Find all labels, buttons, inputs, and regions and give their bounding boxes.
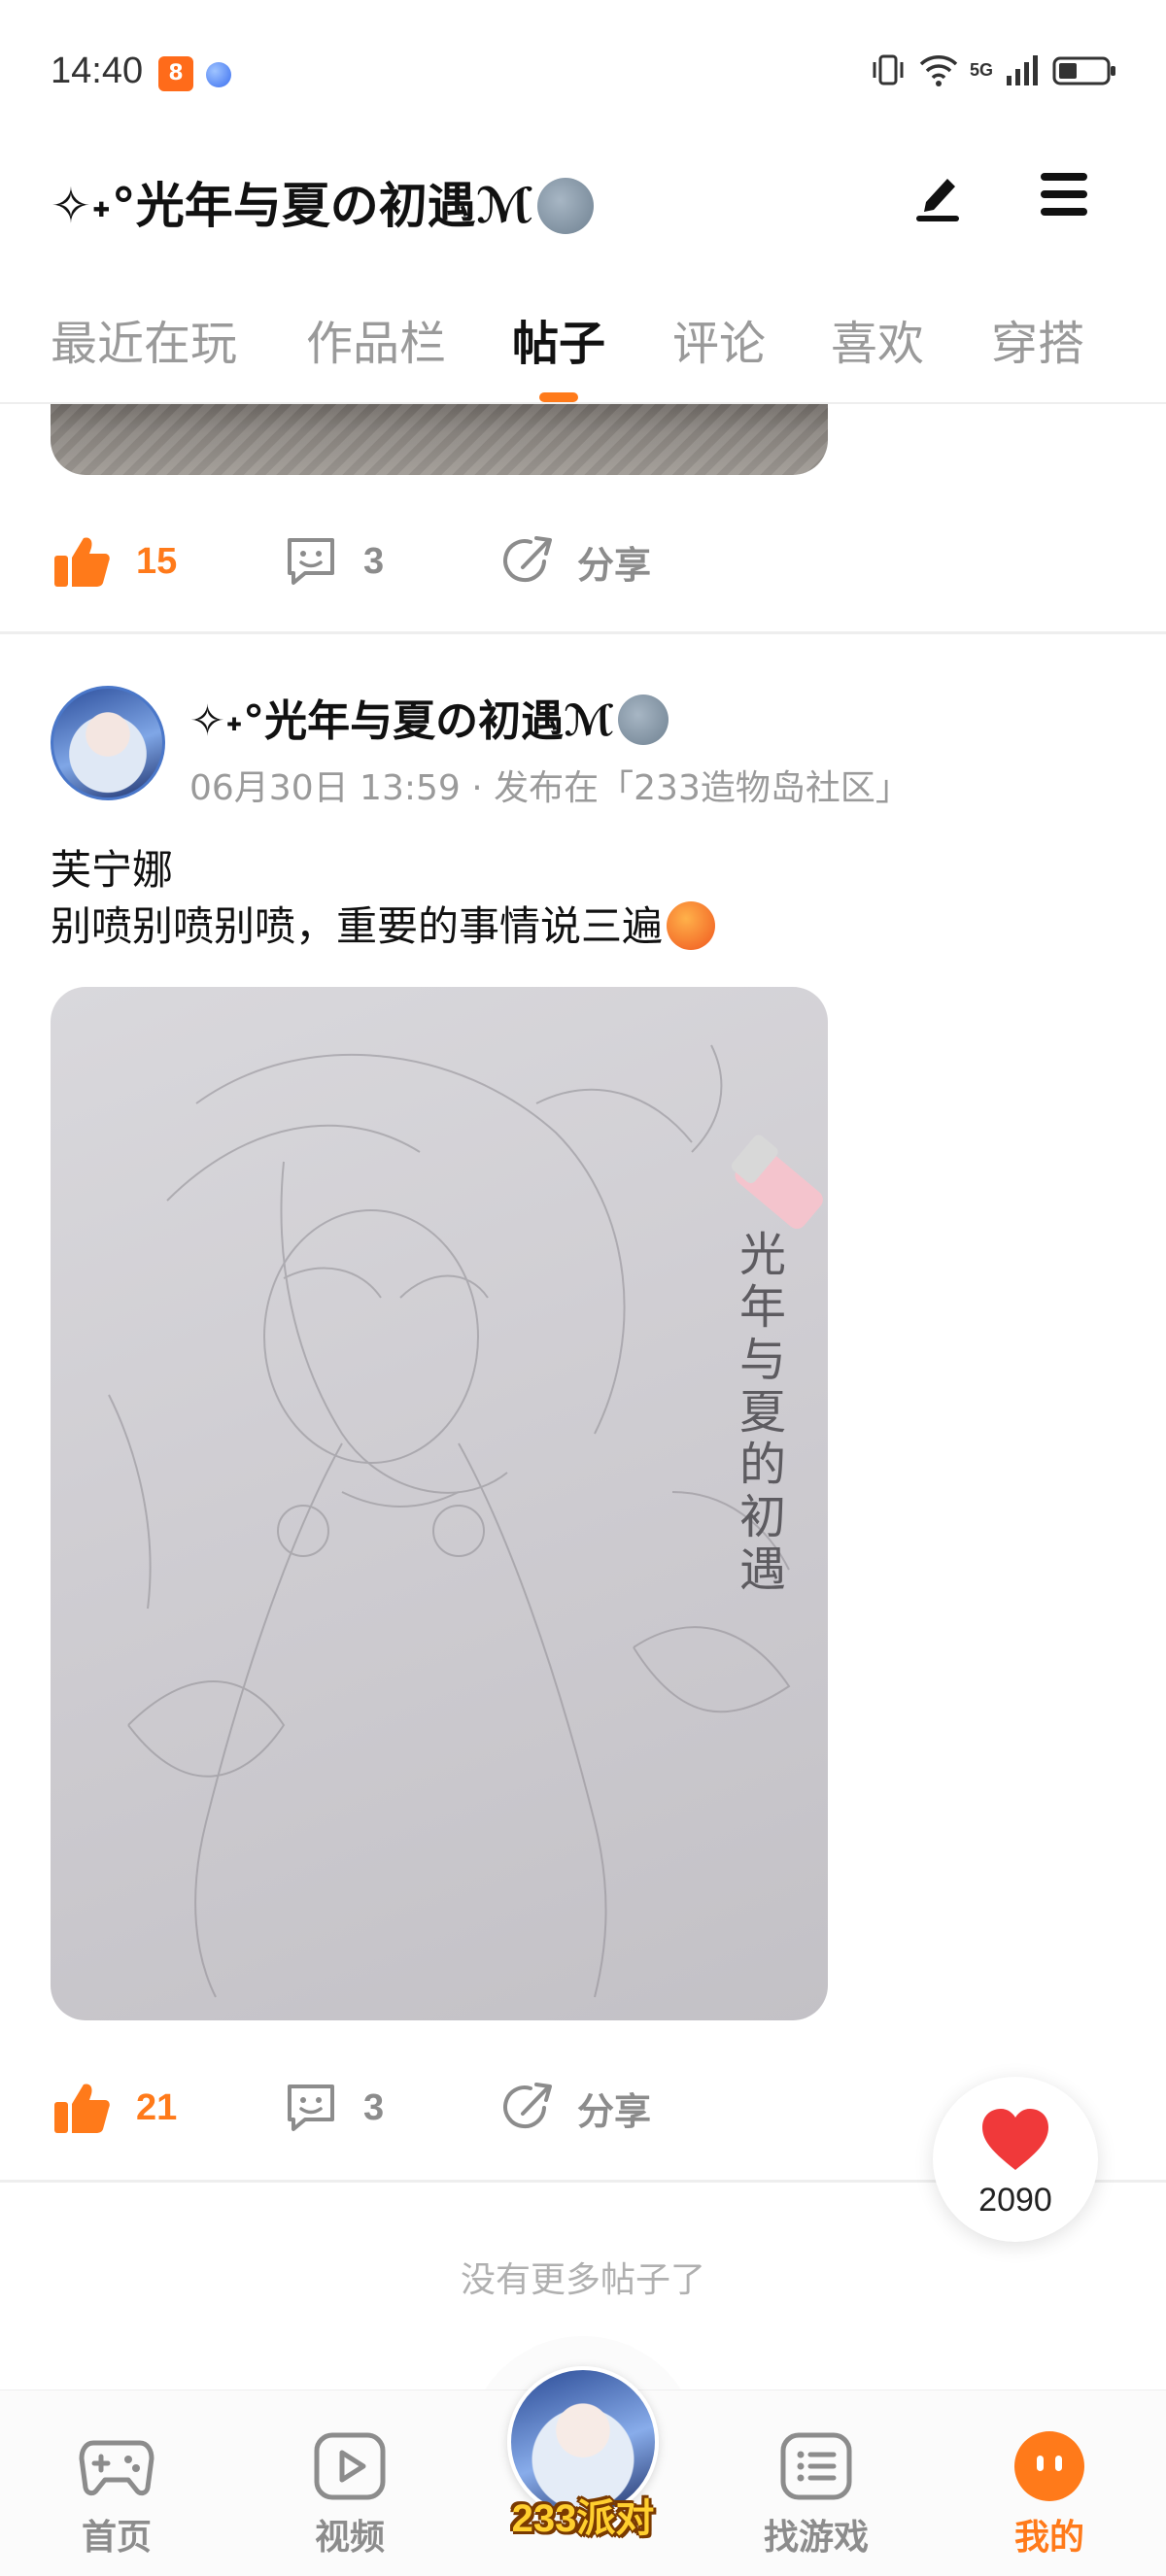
list-icon (780, 2432, 852, 2500)
previous-post-comment-button[interactable]: 3 (282, 523, 384, 600)
author-name-text: ✧˖°光年与夏の初遇ℳ (189, 696, 615, 746)
post-image[interactable]: 光年与夏的初遇 (51, 987, 828, 2020)
nav-mine-label: 我的 (1013, 2518, 1084, 2558)
wifi-icon (919, 55, 958, 86)
nav-video[interactable]: 视频 (272, 2390, 428, 2576)
comment-icon (288, 538, 334, 585)
post-like-count: 21 (136, 2086, 178, 2128)
previous-post-like-button[interactable]: 15 (51, 523, 177, 600)
thumbs-up-icon (54, 537, 110, 587)
pencil-sketch-drawing (108, 1044, 823, 1998)
comment-icon (288, 2085, 334, 2131)
author-name[interactable]: ✧˖°光年与夏の初遇ℳ (189, 686, 669, 749)
nav-video-label: 视频 (314, 2518, 385, 2558)
post-title: 芙宁娜 (51, 846, 174, 894)
post-divider (0, 631, 1166, 634)
nav-home[interactable]: 首页 (39, 2390, 194, 2576)
heart-icon (982, 2109, 1048, 2170)
floating-like-button[interactable]: 2090 (933, 2077, 1098, 2242)
post-share-button[interactable]: 分享 (501, 2069, 651, 2147)
share-icon (503, 536, 552, 583)
moon-emoji-icon (536, 177, 594, 234)
floating-like-count: 2090 (978, 2182, 1052, 2219)
pencil-icon (916, 179, 959, 221)
post-body: 别喷别喷别喷，重要的事情说三遍 (51, 894, 716, 954)
edit-button[interactable] (909, 165, 967, 223)
profile-tabs: 最近在玩 作品栏 帖子 评论 喜欢 穿搭 (0, 291, 1166, 404)
share-icon (503, 2083, 552, 2129)
angry-emoji-icon (667, 900, 716, 950)
image-caption: 光年与夏的初遇 (731, 1230, 785, 1597)
active-tab-indicator (539, 392, 578, 402)
hamburger-menu-icon (1041, 173, 1087, 216)
tab-comments[interactable]: 评论 (672, 305, 766, 373)
profile-face-icon (1014, 2431, 1084, 2501)
signal-label: 5G (969, 59, 993, 80)
tab-likes[interactable]: 喜欢 (831, 305, 924, 373)
status-bar: 14:40 8 5G (0, 0, 1166, 146)
notification-dot-icon (206, 62, 231, 87)
nav-find-games[interactable]: 找游戏 (738, 2390, 894, 2576)
vibrate-icon (873, 54, 904, 85)
nav-home-label: 首页 (81, 2518, 152, 2558)
gamepad-icon (79, 2440, 154, 2496)
tab-posts[interactable]: 帖子 (512, 305, 605, 373)
profile-header: ✧˖°光年与夏の初遇ℳ (0, 146, 1166, 253)
page-title-text: ✧˖°光年与夏の初遇ℳ (51, 178, 533, 234)
video-play-icon (314, 2432, 386, 2500)
post-meta: 06月30日 13:59 · 发布在「233造物岛社区」 (189, 768, 910, 808)
post-comment-button[interactable]: 3 (282, 2069, 384, 2147)
moon-emoji-icon (618, 695, 669, 745)
post-share-label: 分享 (577, 2089, 652, 2133)
post-body-text: 别喷别喷别喷，重要的事情说三遍 (51, 902, 664, 950)
previous-post-image[interactable] (51, 404, 828, 475)
previous-post-actions: 15 3 分享 (51, 523, 1119, 600)
previous-post-comment-count: 3 (363, 540, 385, 582)
tab-outfits[interactable]: 穿搭 (991, 305, 1084, 373)
post-like-button[interactable]: 21 (51, 2069, 177, 2147)
system-status-icons: 5G (869, 51, 1119, 89)
signal-bars-icon (1007, 55, 1038, 85)
previous-post-share-button[interactable]: 分享 (501, 523, 651, 600)
author-avatar[interactable] (51, 686, 165, 800)
tab-works[interactable]: 作品栏 (306, 305, 446, 373)
thumbs-up-icon (54, 2084, 110, 2133)
nav-mine[interactable]: 我的 (972, 2390, 1127, 2576)
post-comment-count: 3 (363, 2086, 385, 2128)
party-center-label[interactable]: 233派对 (466, 2487, 700, 2543)
app-notification-icon: 8 (158, 56, 193, 91)
status-time: 14:40 (51, 51, 144, 91)
menu-button[interactable] (1035, 167, 1093, 221)
page-title: ✧˖°光年与夏の初遇ℳ (51, 167, 594, 238)
tab-recently-played[interactable]: 最近在玩 (51, 305, 237, 373)
battery-icon (1052, 56, 1115, 85)
previous-post-like-count: 15 (136, 540, 178, 582)
end-of-feed-note: 没有更多帖子了 (460, 2260, 705, 2300)
nav-find-games-label: 找游戏 (763, 2518, 869, 2558)
previous-post-share-label: 分享 (577, 543, 652, 587)
